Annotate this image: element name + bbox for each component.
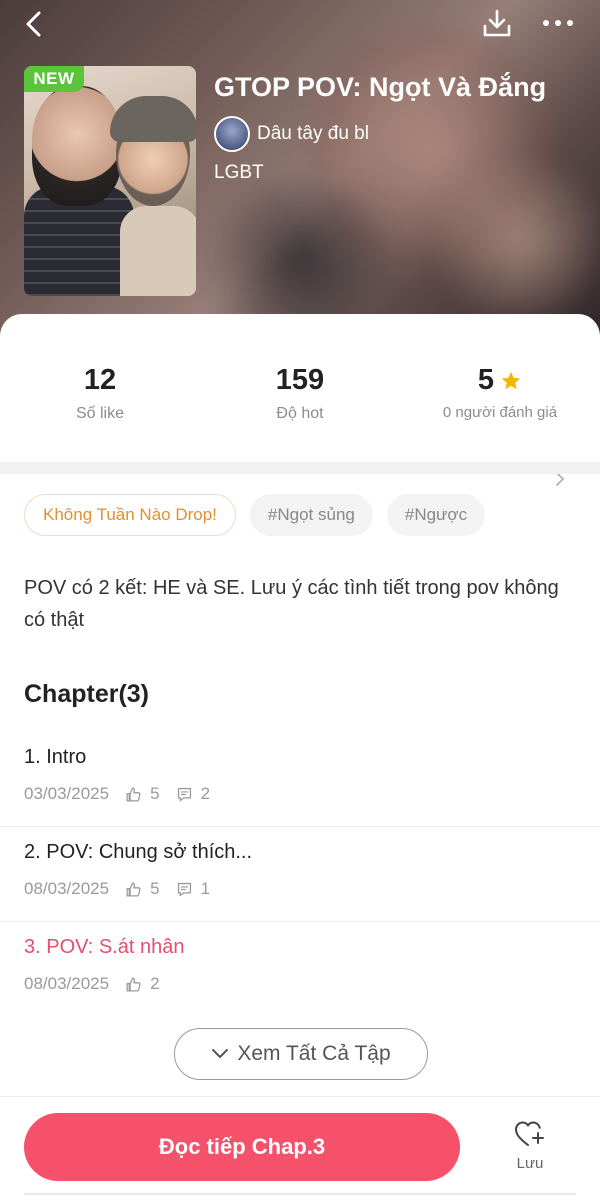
comment-icon [177, 787, 191, 801]
chapter-likes: 5 [150, 784, 160, 803]
star-icon [501, 371, 521, 389]
section-divider [0, 462, 600, 474]
chevron-right-icon [555, 472, 565, 491]
chapter-likes: 2 [150, 974, 160, 993]
rating-value: 5 [477, 364, 495, 396]
likes-value: 12 [83, 364, 117, 396]
hot-label: Độ hot [276, 405, 324, 422]
chapter-item[interactable]: 2. POV: Chung sở thích... 08/03/2025 5 1 [0, 827, 600, 922]
chapters-heading: Chapter(3) [24, 680, 150, 708]
see-all-chapters-button[interactable]: Xem Tất Cả Tập [174, 1028, 428, 1080]
bottom-action-bar: Đọc tiếp Chap.3 Lưu [0, 1096, 600, 1204]
chapter-date: 08/03/2025 [24, 974, 110, 993]
story-title: GTOP POV: Ngọt Và Đắng [214, 72, 547, 102]
tag-item[interactable]: #Ngược [386, 494, 486, 536]
comment-icon [177, 882, 191, 896]
rating-label: 0 người đánh giá [442, 404, 558, 421]
hot-value: 159 [275, 364, 325, 396]
continue-reading-button[interactable]: Đọc tiếp Chap.3 [24, 1113, 460, 1181]
back-button[interactable] [18, 8, 50, 40]
story-header: NEW GTOP POV: Ngọt Và Đắng Dâu tây đu bl… [0, 0, 600, 340]
save-button[interactable]: Lưu [500, 1119, 560, 1179]
author-name: Dâu tây đu bl [257, 123, 369, 144]
story-detail-card: 12 Số like 159 Độ hot 5 0 người đánh giá… [0, 314, 600, 1204]
download-button[interactable] [480, 6, 514, 40]
chapter-comments: 1 [200, 879, 211, 898]
chapter-item[interactable]: 1. Intro 03/03/2025 5 2 [0, 732, 600, 827]
genre-label[interactable]: LGBT [214, 162, 264, 184]
thumbs-up-icon [126, 881, 141, 897]
new-badge: NEW [24, 66, 84, 92]
author-link[interactable]: Dâu tây đu bl [214, 116, 369, 152]
chapter-comments: 2 [200, 784, 211, 803]
tag-list: Không Tuần Nào Drop! #Ngọt sủng #Ngược [24, 494, 486, 536]
chapter-date: 08/03/2025 [24, 879, 110, 898]
thumbs-up-icon [126, 786, 141, 802]
chevron-left-icon [26, 11, 41, 37]
stat-likes: 12 Số like [50, 364, 150, 423]
heart-plus-icon [515, 1121, 544, 1146]
chapter-title: 2. POV: Chung sở thích... [24, 841, 253, 863]
thumbs-up-icon [126, 976, 141, 992]
stat-hot: 159 Độ hot [250, 364, 350, 423]
story-description: POV có 2 kết: HE và SE. Lưu ý các tình t… [24, 577, 559, 631]
tag-item[interactable]: Không Tuần Nào Drop! [24, 494, 236, 536]
save-label: Lưu [516, 1155, 544, 1172]
chapter-meta: 08/03/2025 2 [24, 974, 160, 994]
more-dots-icon [543, 20, 573, 26]
tag-item[interactable]: #Ngọt sủng [249, 494, 373, 536]
download-icon [483, 9, 511, 37]
chapter-title: 1. Intro [24, 746, 87, 768]
home-indicator-line [24, 1193, 576, 1195]
chapter-title: 3. POV: S.át nhân [24, 936, 185, 958]
chapter-date: 03/03/2025 [24, 784, 110, 803]
avatar [214, 116, 250, 152]
likes-label: Số like [75, 405, 125, 422]
chapter-item-current[interactable]: 3. POV: S.át nhân 08/03/2025 2 [0, 922, 600, 1017]
stat-rating[interactable]: 5 0 người đánh giá [440, 364, 560, 423]
more-options-button[interactable] [540, 8, 576, 38]
chapter-meta: 03/03/2025 5 2 [24, 784, 210, 804]
chevron-down-icon [212, 1049, 229, 1058]
see-all-label: Xem Tất Cả Tập [237, 1042, 391, 1065]
chapter-meta: 08/03/2025 5 1 [24, 879, 210, 899]
stats-row: 12 Số like 159 Độ hot 5 0 người đánh giá [0, 364, 600, 486]
chapter-likes: 5 [150, 879, 160, 898]
story-cover[interactable] [24, 66, 196, 296]
